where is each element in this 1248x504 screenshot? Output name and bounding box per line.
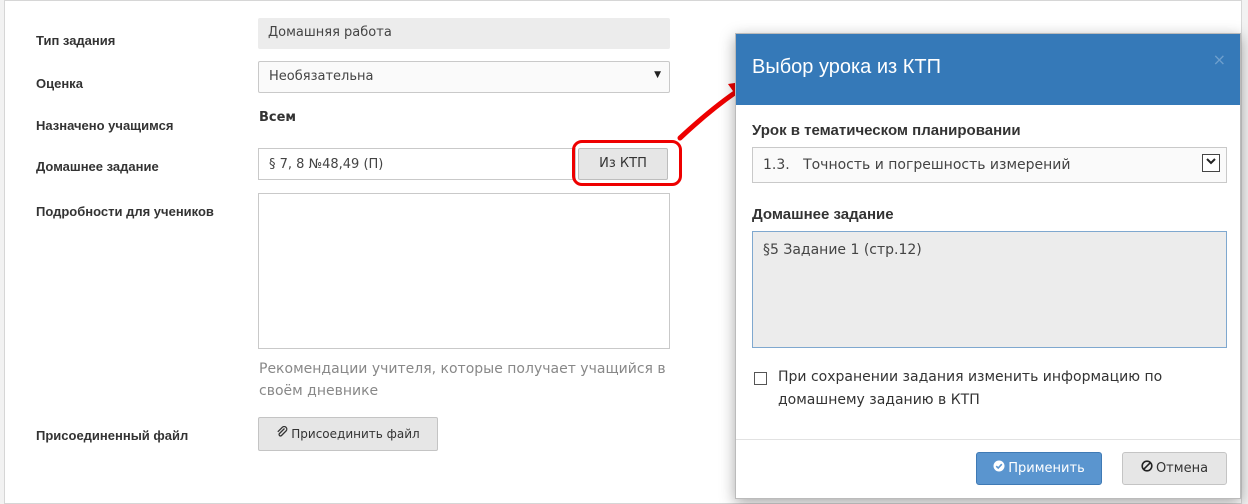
caret-down-icon (1202, 154, 1220, 172)
details-label: Подробности для учеников (36, 204, 214, 219)
ktp-lesson-modal: Выбор урока из КТП × Урок в тематическом… (735, 33, 1241, 499)
paperclip-icon (276, 418, 288, 450)
lesson-select-value: 1.3. Точность и погрешность измерений (763, 157, 1071, 173)
modal-header: Выбор урока из КТП × (736, 34, 1240, 105)
modal-homework-label: Домашнее задание (752, 206, 894, 223)
homework-input[interactable]: § 7, 8 №48,49 (П) (258, 148, 576, 180)
attach-file-label: Присоединить файл (291, 427, 420, 441)
caret-down-icon: ▼ (654, 70, 661, 80)
details-textarea[interactable] (258, 193, 670, 349)
apply-button[interactable]: Применить (976, 452, 1102, 485)
cancel-button[interactable]: Отмена (1122, 452, 1227, 485)
homework-label: Домашнее задание (36, 159, 159, 174)
grade-select[interactable]: Необязательна ▼ (258, 61, 670, 93)
update-ktp-checkbox-label[interactable]: При сохранении задания изменить информац… (778, 366, 1218, 412)
check-circle-icon (993, 453, 1005, 484)
grade-label: Оценка (36, 76, 83, 91)
apply-button-label: Применить (1008, 461, 1085, 476)
ban-icon (1141, 453, 1153, 484)
details-hint: Рекомендации учителя, которые получает у… (259, 361, 666, 399)
attach-file-button[interactable]: Присоединить файл (258, 417, 438, 451)
cancel-button-label: Отмена (1155, 461, 1209, 476)
highlight-ring (572, 140, 682, 186)
modal-homework-textarea[interactable]: §5 Задание 1 (стр.12) (752, 231, 1227, 348)
lesson-label: Урок в тематическом планировании (752, 122, 1021, 139)
assigned-label: Назначено учащимся (36, 118, 174, 133)
attachment-label: Присоединенный файл (36, 428, 189, 443)
lesson-select[interactable]: 1.3. Точность и погрешность измерений (752, 147, 1227, 183)
update-ktp-checkbox[interactable] (754, 372, 767, 385)
modal-title: Выбор урока из КТП (752, 56, 942, 78)
task-type-field: Домашняя работа (258, 18, 670, 49)
task-type-label: Тип задания (36, 33, 116, 48)
close-icon[interactable]: × (1213, 50, 1226, 69)
grade-select-value: Необязательна (269, 69, 374, 84)
modal-footer-divider (736, 439, 1240, 440)
assigned-value: Всем (259, 110, 297, 125)
